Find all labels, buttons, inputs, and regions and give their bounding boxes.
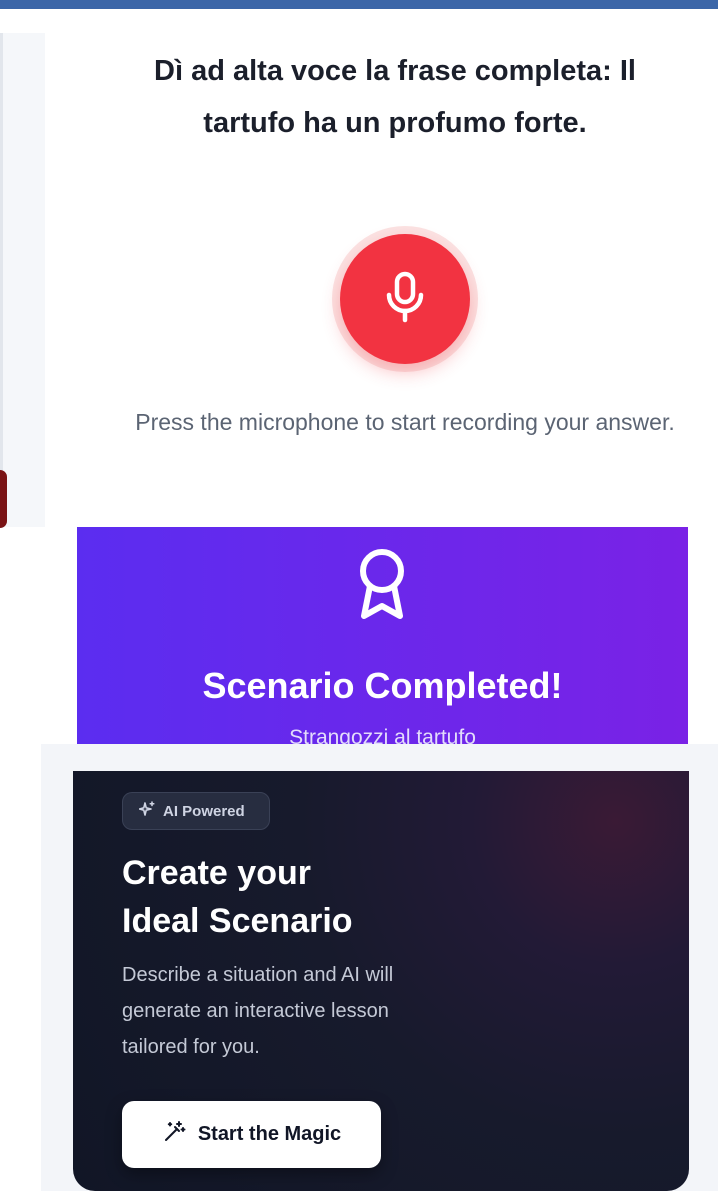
top-edge-strip (0, 0, 718, 9)
start-magic-button[interactable]: Start the Magic (122, 1101, 381, 1168)
speaking-exercise: Dì ad alta voce la frase completa: Il ta… (45, 9, 718, 527)
side-panel-edge (0, 33, 45, 527)
completion-title: Scenario Completed! (202, 665, 563, 706)
ai-scenario-card: AI Powered Create your Ideal Scenario De… (73, 771, 689, 1191)
side-tab[interactable] (0, 470, 7, 528)
magic-wand-icon (162, 1120, 186, 1149)
start-magic-label: Start the Magic (197, 1123, 342, 1145)
ai-card-title-line-2: Ideal Scenario (122, 902, 353, 940)
exercise-prompt: Dì ad alta voce la frase completa: Il ta… (154, 55, 636, 139)
microphone-halo (332, 226, 478, 372)
sparkles-icon (138, 800, 155, 822)
award-icon (351, 543, 413, 623)
ai-card-description: Describe a situation and AI will generat… (122, 964, 394, 1058)
ai-card-title: Create your Ideal Scenario (122, 849, 522, 945)
badge-label: AI Powered (163, 802, 245, 820)
ai-card-title-line-1: Create your (122, 854, 311, 892)
side-panel-border (0, 33, 3, 527)
record-button[interactable] (340, 234, 470, 364)
completion-banner: Scenario Completed! Strangozzi al tartuf… (77, 527, 688, 771)
recording-hint: Press the microphone to start recording … (135, 409, 675, 435)
microphone-icon (385, 271, 425, 328)
ai-powered-badge: AI Powered (122, 792, 270, 830)
